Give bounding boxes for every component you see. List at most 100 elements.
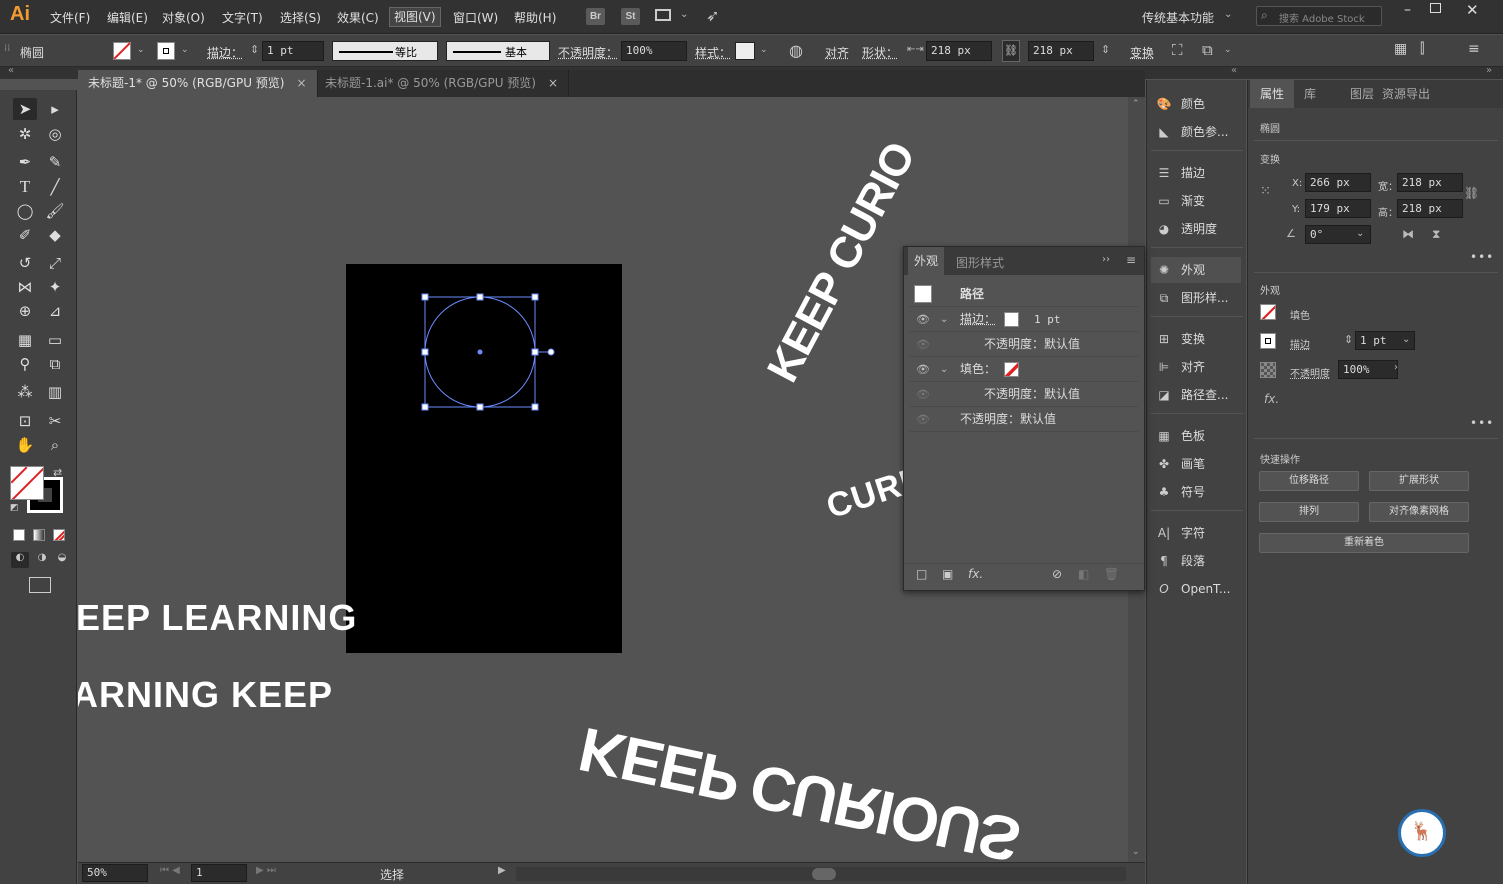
- eye-icon[interactable]: 👁: [916, 407, 930, 432]
- menu-file[interactable]: 文件(F): [50, 9, 90, 26]
- appearance-row-stroke-opacity[interactable]: 👁 不透明度：默认值: [910, 332, 1138, 357]
- panel-paragraph[interactable]: ¶ 段落: [1155, 548, 1205, 574]
- stroke-label[interactable]: 描边：: [960, 307, 996, 332]
- tab-properties[interactable]: 属性: [1250, 80, 1295, 108]
- panel-menu-icon[interactable]: ≡: [1126, 253, 1136, 267]
- align-to-pixel-grid-button[interactable]: 对齐像素网格: [1369, 502, 1469, 522]
- mesh-tool-icon[interactable]: ▦: [13, 329, 37, 351]
- fx-icon[interactable]: fx.: [968, 567, 983, 581]
- stepper-icon[interactable]: ⇕: [1344, 333, 1353, 346]
- opacity-field[interactable]: 100%: [1338, 360, 1398, 379]
- panel-transparency[interactable]: ◕ 透明度: [1155, 216, 1217, 242]
- text-keep-learning[interactable]: EEP LEARNING: [78, 597, 357, 639]
- distribute-icon[interactable]: ⫿: [1420, 41, 1424, 57]
- eye-icon[interactable]: 👁: [916, 332, 930, 357]
- selection-tool-icon[interactable]: ➤: [13, 98, 37, 120]
- transform-label[interactable]: 变换: [1130, 44, 1154, 61]
- direct-selection-tool-icon[interactable]: ▸: [43, 98, 67, 120]
- isolate-icon[interactable]: ⛶: [1172, 41, 1183, 59]
- stock-search[interactable]: ⌕ 搜索 Adobe Stock: [1256, 6, 1382, 26]
- stroke-swatch[interactable]: [157, 42, 175, 60]
- magic-wand-tool-icon[interactable]: ✲: [13, 123, 37, 145]
- width-tool-icon[interactable]: ⋈: [13, 276, 37, 298]
- opacity-default-label[interactable]: 不透明度：默认值: [984, 332, 1080, 357]
- chevron-down-icon[interactable]: ⌄: [940, 307, 948, 332]
- artboard-tool-icon[interactable]: ⊡: [13, 410, 37, 432]
- scroll-thumb[interactable]: [812, 868, 836, 880]
- stroke-weight-field[interactable]: 1 pt: [262, 41, 324, 61]
- panel-stroke[interactable]: ☰ 描边: [1155, 160, 1205, 186]
- add-stroke-icon[interactable]: □: [916, 567, 927, 581]
- maximize-button[interactable]: [1430, 3, 1441, 13]
- menu-window[interactable]: 窗口(W): [453, 9, 498, 26]
- tab-document-2[interactable]: 未标题-1.ai* @ 50% (RGB/GPU 预览) ×: [315, 70, 570, 97]
- panel-align[interactable]: ⊫ 对齐: [1155, 354, 1205, 380]
- flip-horizontal-icon[interactable]: ⧓: [1402, 227, 1414, 241]
- align-panel-icon[interactable]: ▦: [1394, 41, 1407, 57]
- expand-icon[interactable]: »: [1486, 65, 1492, 76]
- tab-asset-export[interactable]: 资源导出: [1372, 80, 1440, 108]
- panel-color[interactable]: 🎨 颜色: [1155, 91, 1206, 117]
- appearance-row-stroke[interactable]: 👁 ⌄ 描边： 1 pt: [910, 307, 1138, 332]
- workspace-switcher[interactable]: 传统基本功能: [1142, 9, 1214, 26]
- zoom-field[interactable]: 50%: [82, 864, 148, 882]
- trash-icon[interactable]: 🗑: [1104, 567, 1119, 581]
- panel-brushes[interactable]: ✤ 画笔: [1155, 451, 1205, 477]
- panel-color-guide[interactable]: ◣ 颜色参...: [1155, 119, 1228, 145]
- fill-color-swatch[interactable]: [10, 466, 44, 500]
- chevron-down-icon[interactable]: ⌄: [137, 45, 145, 55]
- puppet-warp-tool-icon[interactable]: ✦: [43, 276, 67, 298]
- panel-swatches[interactable]: ▦ 色板: [1155, 423, 1205, 449]
- link-icon[interactable]: ⛓: [1464, 186, 1479, 200]
- opacity-label[interactable]: 不透明度: [1290, 365, 1330, 380]
- text-learning-keep[interactable]: ARNING KEEP: [78, 674, 333, 716]
- horizontal-scrollbar[interactable]: [516, 867, 1126, 881]
- flip-vertical-icon[interactable]: ⧗: [1432, 227, 1440, 242]
- tab-document-1[interactable]: 未标题-1* @ 50% (RGB/GPU 预览) ×: [78, 70, 318, 97]
- draw-behind-icon[interactable]: ◑: [33, 552, 51, 568]
- status-menu-icon[interactable]: ▶: [498, 865, 506, 876]
- more-options-icon[interactable]: •••: [1470, 416, 1494, 430]
- tab-appearance[interactable]: 外观: [908, 247, 945, 275]
- column-graph-tool-icon[interactable]: ▥: [43, 381, 67, 403]
- align-label[interactable]: 对齐: [825, 44, 849, 61]
- shape-builder-tool-icon[interactable]: ⊕: [13, 300, 37, 322]
- appearance-row-fill-opacity[interactable]: 👁 不透明度：默认值: [910, 382, 1138, 407]
- style-label[interactable]: 样式：: [695, 44, 731, 61]
- ellipse-tool-icon[interactable]: ◯: [13, 200, 37, 222]
- eye-icon[interactable]: 👁: [916, 382, 930, 407]
- screen-mode-icon[interactable]: [29, 577, 51, 593]
- chevron-down-icon[interactable]: ⌄: [680, 9, 688, 20]
- arrange-icon[interactable]: ⧉: [1202, 41, 1213, 59]
- arrange-button[interactable]: 排列: [1259, 502, 1359, 522]
- stepper-icon[interactable]: ⇕: [250, 43, 259, 56]
- clear-appearance-icon[interactable]: ⊘: [1052, 567, 1062, 581]
- close-window-button[interactable]: ✕: [1466, 1, 1479, 19]
- arrange-documents-icon[interactable]: [655, 9, 671, 21]
- variable-width-profile[interactable]: 等比: [332, 41, 438, 61]
- shape-width-field[interactable]: 218 px: [926, 41, 992, 61]
- swap-colors-icon[interactable]: ⇄: [53, 466, 62, 479]
- paintbrush-tool-icon[interactable]: 🖌: [43, 200, 67, 222]
- color-mode-icon[interactable]: [13, 529, 25, 541]
- appearance-row-path[interactable]: 路径: [910, 282, 1138, 307]
- opacity-label[interactable]: 不透明度：: [558, 44, 618, 61]
- duplicate-item-icon[interactable]: ◧: [1078, 567, 1089, 581]
- expand-shape-button[interactable]: 扩展形状: [1369, 471, 1469, 491]
- offset-path-button[interactable]: 位移路径: [1259, 471, 1359, 491]
- menu-help[interactable]: 帮助(H): [514, 9, 556, 26]
- stroke-label[interactable]: 描边：: [207, 44, 243, 61]
- type-tool-icon[interactable]: T: [13, 176, 37, 198]
- brush-definition[interactable]: 基本: [446, 41, 550, 61]
- link-icon[interactable]: ⛓: [1002, 40, 1020, 62]
- gpu-rocket-icon[interactable]: ➶: [706, 6, 719, 25]
- y-field[interactable]: 179 px: [1305, 199, 1371, 218]
- panel-character[interactable]: A| 字符: [1155, 520, 1205, 546]
- chevron-down-icon[interactable]: ⌄: [1356, 228, 1364, 239]
- tab-graphic-styles[interactable]: 图形样式: [956, 254, 1004, 271]
- collapse-icon[interactable]: ››: [1102, 254, 1110, 265]
- scale-tool-icon[interactable]: ⤢: [43, 252, 67, 274]
- hand-tool-icon[interactable]: ✋: [13, 434, 37, 456]
- panel-gradient[interactable]: ▭ 渐变: [1155, 188, 1205, 214]
- eraser-tool-icon[interactable]: ◆: [43, 224, 67, 246]
